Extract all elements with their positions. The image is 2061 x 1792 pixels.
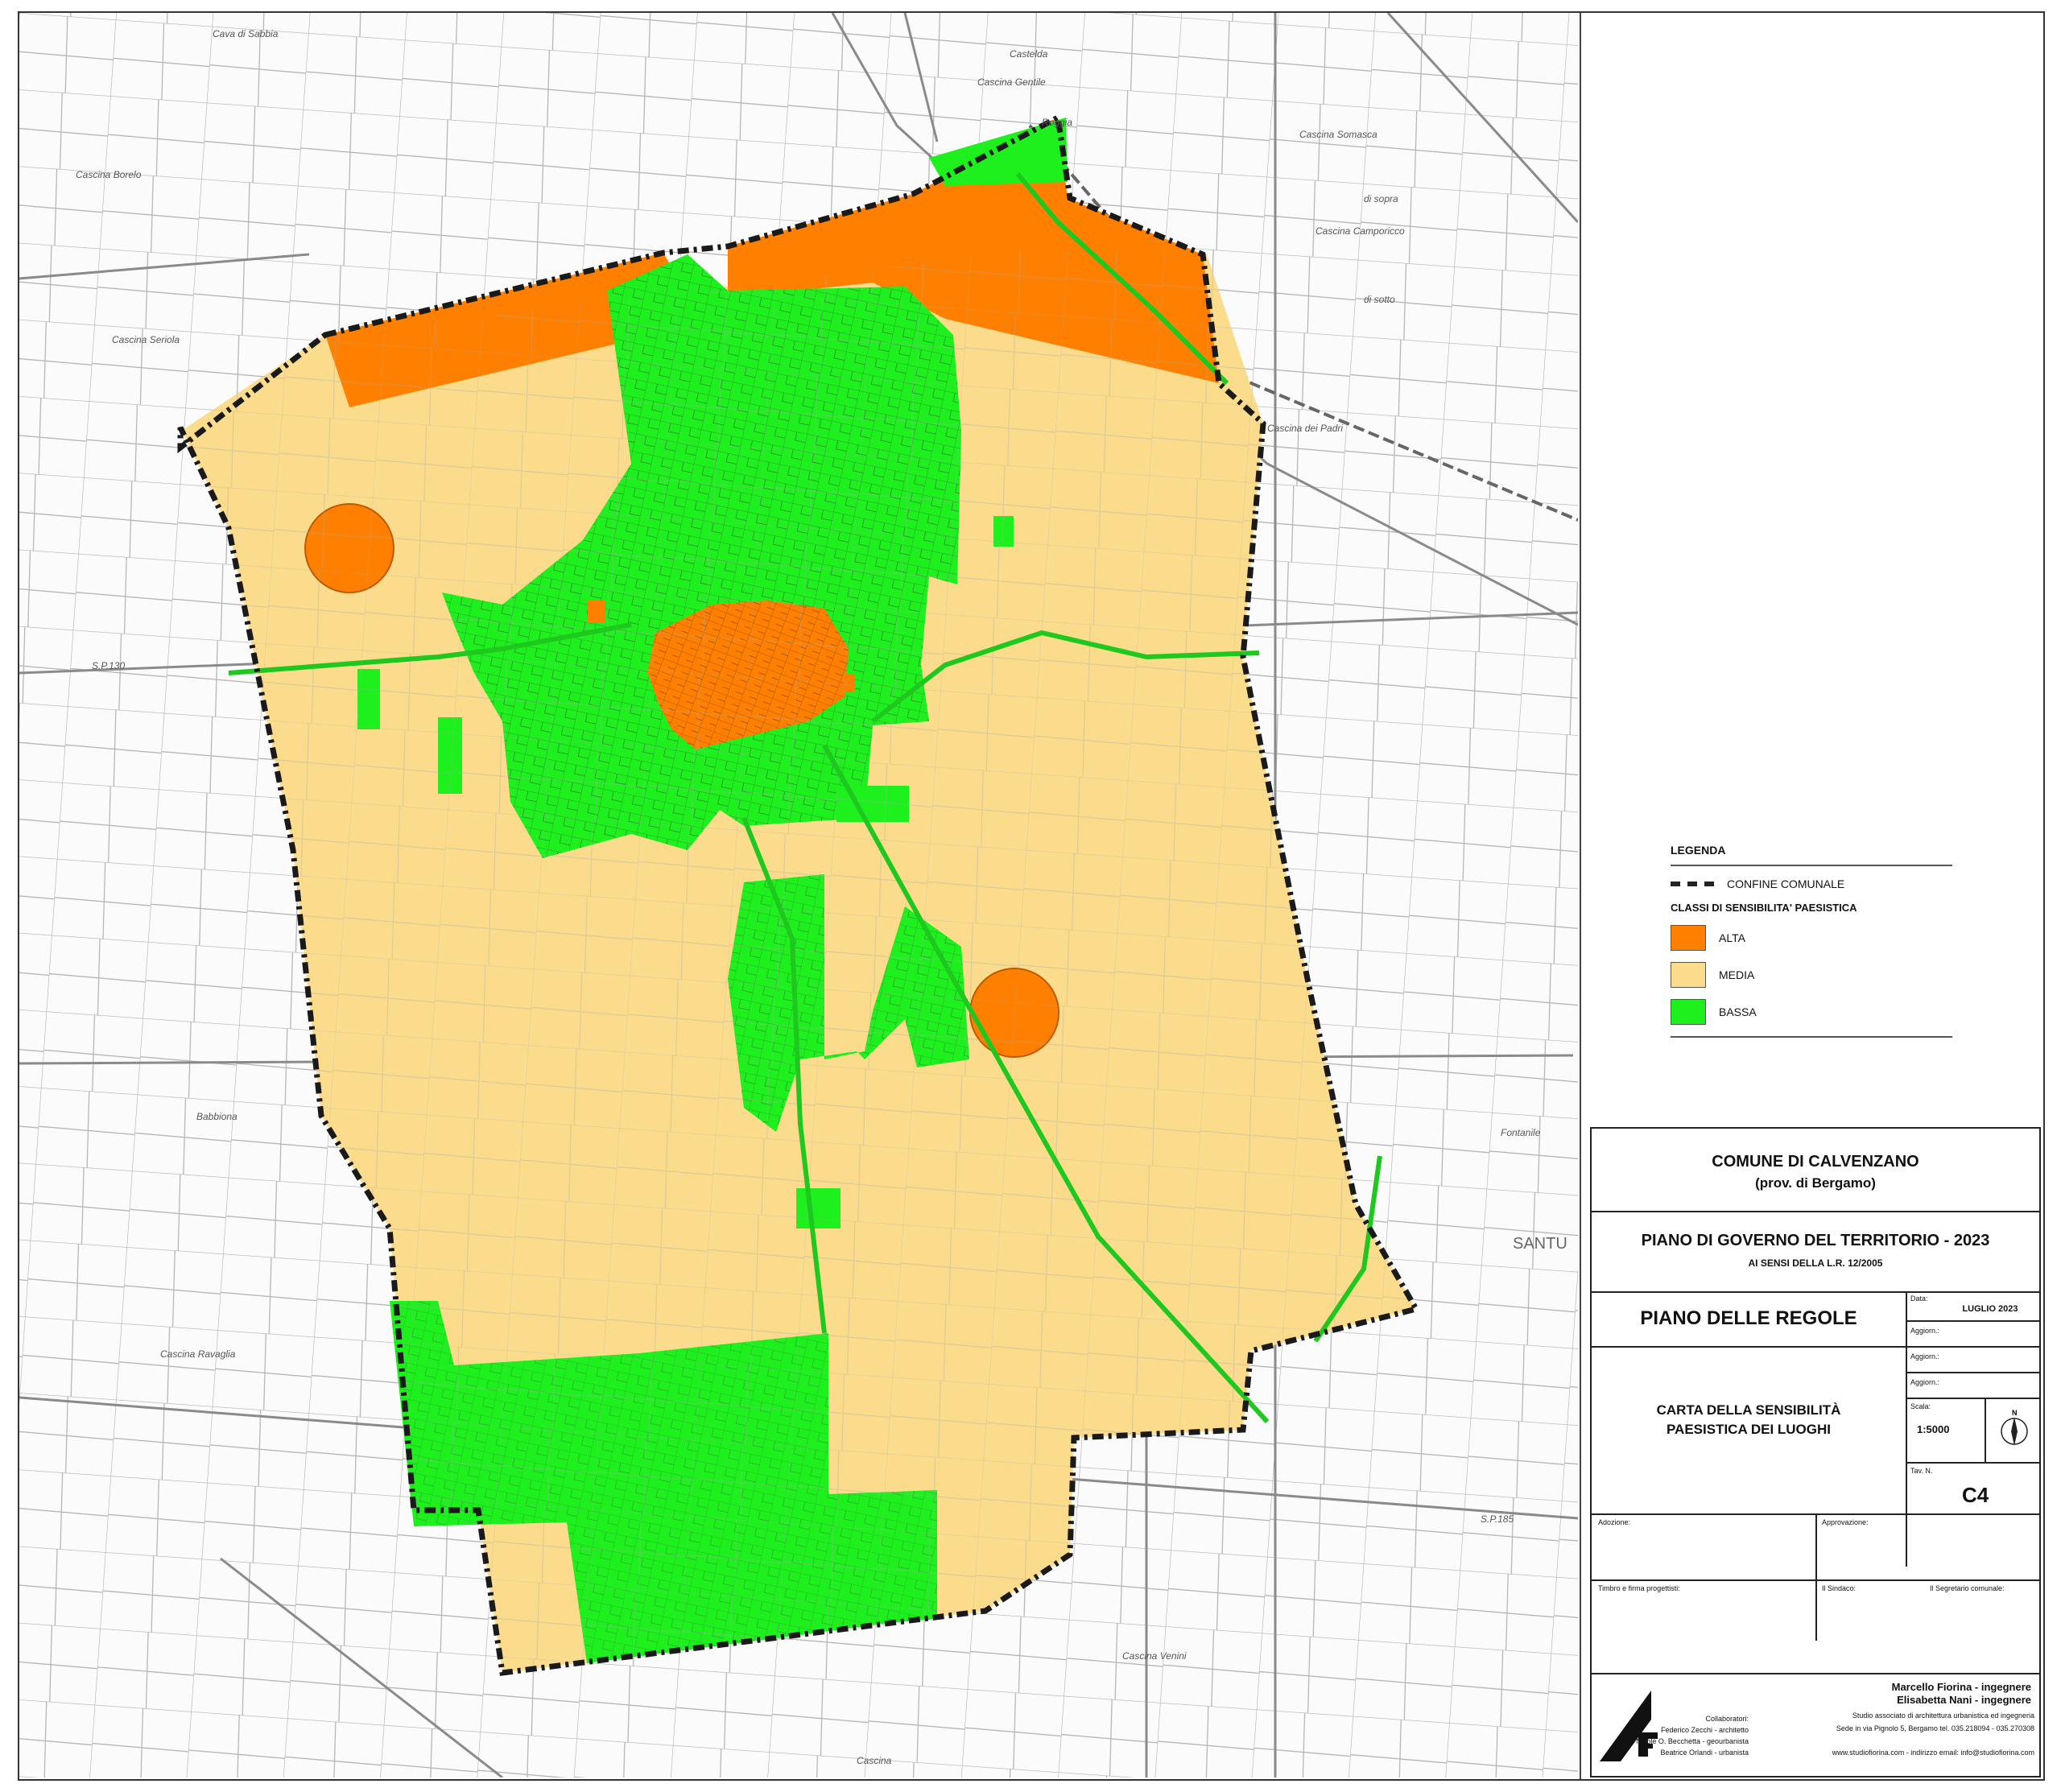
legend: LEGENDA CONFINE COMUNALE CLASSI DI SENSI… (1671, 844, 1952, 1038)
ai-sensi: AI SENSI DELLA L.R. 12/2005 (1748, 1257, 1883, 1269)
approvazione-label: Approvazione: (1822, 1518, 1869, 1526)
aggiorn-label: Aggiorn.: (1910, 1352, 1940, 1361)
media-swatch (1671, 962, 1706, 988)
map-label: Cascina Camporicco (1315, 225, 1405, 237)
alta-swatch (1671, 925, 1706, 951)
col-divider (1985, 1398, 1986, 1462)
studio-line-3: www.studiofiorina.com - indirizzo email:… (1832, 1749, 2034, 1757)
segretario-label: Il Segretario comunale: (1930, 1584, 2005, 1592)
divider (1906, 1398, 2039, 1399)
aggiorn-label: Aggiorn.: (1910, 1378, 1940, 1386)
studio-line-2: Sede in via Pignolo 5, Bergamo tel. 035.… (1836, 1724, 2034, 1732)
divider (1906, 1320, 2039, 1322)
studio-line-1: Studio associato di architettura urbanis… (1852, 1711, 2034, 1720)
legend-boundary: CONFINE COMUNALE (1671, 877, 1952, 890)
map-label: Cascina dei Padri (1267, 423, 1343, 434)
boundary-swatch (1671, 882, 1714, 886)
section-title: PIANO DELLE REGOLE (1640, 1307, 1857, 1329)
divider (1906, 1372, 2039, 1373)
legend-item-media: MEDIA (1671, 962, 1952, 988)
map-label: Fontanile (1501, 1127, 1541, 1138)
legend-item-label: MEDIA (1719, 968, 1755, 981)
legend-title: LEGENDA (1671, 844, 1726, 857)
timbro-label: Timbro e firma progettisti: (1598, 1584, 1680, 1592)
collab-2: Nicole O. Becchetta - geourbanista (1636, 1737, 1749, 1745)
comune-title: COMUNE DI CALVENZANO (1712, 1153, 1919, 1171)
divider (1592, 1291, 2039, 1293)
map-label: Roggia (1042, 117, 1072, 128)
bassa-swatch (1671, 999, 1706, 1025)
map-label: Cascina (857, 1755, 892, 1766)
map-label: Cascina Venini (1122, 1650, 1187, 1662)
aggiorn-label: Aggiorn.: (1910, 1327, 1940, 1335)
tav-label: Tav. N. (1910, 1467, 1933, 1475)
map-label: S.P.130 (92, 660, 125, 671)
map-label: Cascina Seriola (112, 334, 180, 345)
divider (1906, 1462, 2039, 1464)
map-label: di sopra (1364, 193, 1398, 204)
title-block: COMUNE DI CALVENZANO (prov. di Bergamo) … (1590, 1127, 2041, 1778)
data-value: LUGLIO 2023 (1962, 1304, 2018, 1314)
collab-3: Beatrice Orlandi - urbanista (1660, 1749, 1749, 1757)
scala-label: Scala: (1910, 1402, 1931, 1410)
legend-item-label: BASSA (1719, 1005, 1757, 1018)
divider (1592, 1579, 2039, 1581)
map-label: Cascina Somasca (1299, 129, 1377, 140)
carta-title-2: PAESISTICA DEI LUOGHI (1666, 1422, 1832, 1437)
legend-item-label: ALTA (1719, 931, 1745, 944)
map-label: Cascina Ravaglia (160, 1348, 236, 1360)
col-divider (1815, 1513, 1817, 1641)
scala-value: 1:5000 (1917, 1423, 1950, 1435)
divider (1592, 1211, 2039, 1212)
designer-1: Marcello Fiorina - ingegnere (1891, 1681, 2031, 1693)
tav-value: C4 (1962, 1483, 1989, 1507)
map-label: Cava di Sabbia (213, 28, 279, 39)
divider (1592, 1346, 2039, 1348)
sindaco-label: Il Sindaco: (1822, 1584, 1857, 1592)
map-label: Castelda (1010, 48, 1048, 60)
provincia: (prov. di Bergamo) (1755, 1175, 1876, 1191)
map-label: di sotto (1364, 294, 1395, 305)
legend-item-alta: ALTA (1671, 925, 1952, 951)
carta-title-1: CARTA DELLA SENSIBILITÀ (1656, 1402, 1841, 1418)
data-label: Data: (1910, 1294, 1928, 1303)
col-divider (1906, 1291, 1907, 1567)
legend-bottom-rule (1671, 1036, 1952, 1038)
collab-1: Federico Zecchi - architetto (1660, 1726, 1749, 1734)
legend-classes-title: CLASSI DI SENSIBILITA' PAESISTICA (1671, 902, 1857, 914)
map-label: Cascina Gentile (977, 76, 1046, 88)
north-label: N (2012, 1409, 2018, 1417)
legend-item-bassa: BASSA (1671, 999, 1952, 1025)
piano-title: PIANO DI GOVERNO DEL TERRITORIO - 2023 (1641, 1232, 1990, 1249)
map-label: S.P.185 (1481, 1513, 1514, 1525)
collab-title: Collaboratori: (1705, 1715, 1749, 1723)
adozione-label: Adozione: (1598, 1518, 1631, 1526)
map-label: SANTU (1513, 1235, 1567, 1253)
legend-rule (1671, 865, 1952, 866)
designer-2: Elisabetta Nani - ingegnere (1897, 1694, 2031, 1706)
divider (1592, 1673, 2039, 1674)
legend-boundary-label: CONFINE COMUNALE (1727, 877, 1845, 890)
map-label: Babbiona (196, 1111, 237, 1122)
north-arrow-icon: N (1998, 1409, 2030, 1449)
map-canvas: Cava di Sabbia Cascina Borelo Cascina Se… (19, 13, 1578, 1778)
map-label: Cascina Borelo (76, 169, 142, 180)
